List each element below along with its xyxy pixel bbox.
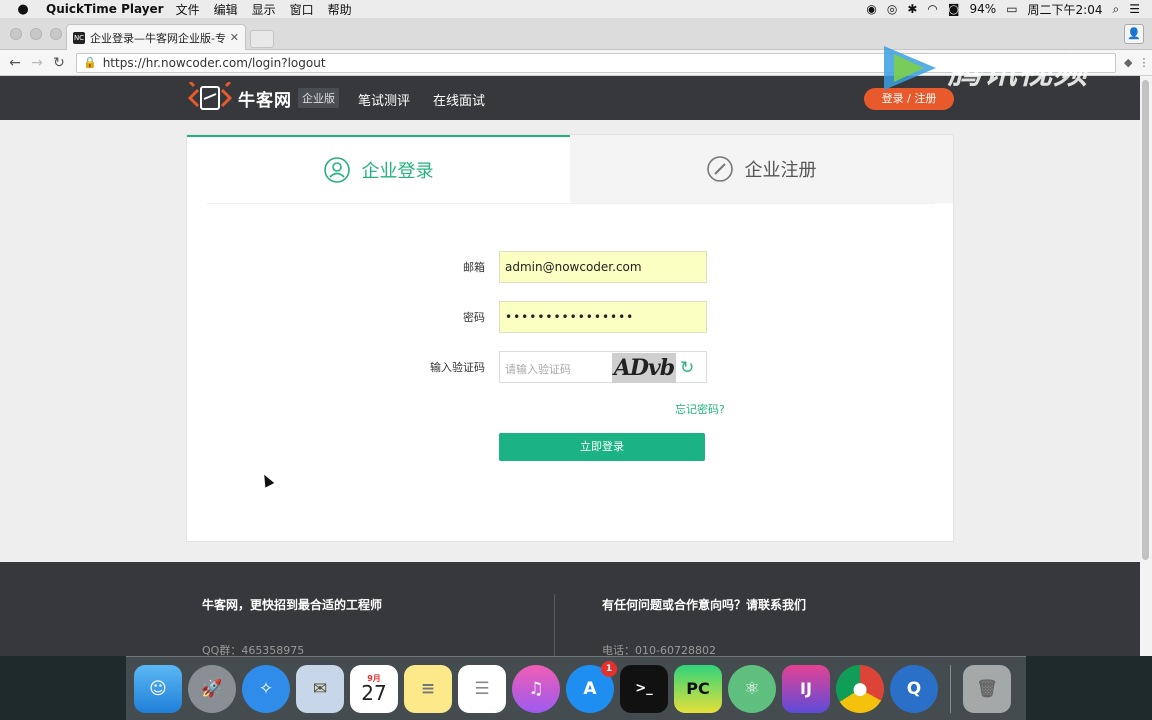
zoom-window-button[interactable]	[50, 28, 62, 40]
clock[interactable]: 周二下午2:04	[1028, 1, 1103, 18]
tab-login-label: 企业登录	[361, 161, 434, 182]
site-logo[interactable]: 牛客网 企业版	[188, 82, 339, 114]
logo-name: 牛客网	[238, 90, 292, 111]
email-row: 邮箱 admin@nowcoder.com	[187, 251, 955, 283]
tab-divider	[207, 203, 935, 204]
tab-title: 企业登录—牛客网企业版-专业IT	[90, 31, 226, 45]
password-label: 密码	[463, 311, 485, 324]
finder-icon[interactable]: ☺	[134, 664, 182, 713]
extensions: ◆ ⋮	[1124, 56, 1149, 69]
menu-view[interactable]: 显示	[252, 1, 276, 18]
footer-divider	[554, 594, 555, 656]
page-scrollbar-thumb[interactable]	[1142, 80, 1149, 560]
web-page: 牛客网 企业版 笔试测评 在线面试 登录 / 注册 企业登录 企业注册 邮箱 a…	[0, 76, 1140, 656]
nowcoder-logo-icon	[188, 82, 232, 110]
notification-center-icon[interactable]: ☰	[1129, 2, 1140, 16]
menu-window[interactable]: 窗口	[290, 1, 314, 18]
launchpad-icon[interactable]: 🚀	[188, 664, 236, 713]
enterprise-badge: 企业版	[298, 88, 339, 108]
chrome-icon[interactable]: ●	[836, 664, 884, 713]
login-card: 企业登录 企业注册 邮箱 admin@nowcoder.com 密码 •••••…	[186, 134, 954, 542]
nav-written-test[interactable]: 笔试测评	[358, 90, 410, 109]
menu-help[interactable]: 帮助	[328, 1, 352, 18]
email-field[interactable]: admin@nowcoder.com	[499, 251, 707, 283]
calendar-icon[interactable]: 9月 27	[350, 664, 398, 713]
footer-phone: 电话：010-60728802	[602, 644, 716, 656]
captcha-row: 输入验证码 请输入验证码 ADvb ↻	[187, 351, 955, 383]
captcha-placeholder: 请输入验证码	[505, 363, 571, 376]
close-window-button[interactable]	[10, 28, 22, 40]
spotlight-icon[interactable]: ⌕	[1113, 2, 1120, 17]
nowcoder-favicon-icon: NC	[73, 31, 85, 44]
user-icon	[323, 157, 350, 183]
captcha-label: 输入验证码	[430, 361, 485, 374]
battery-percent: 94%	[969, 2, 997, 16]
forgot-password-link[interactable]: 忘记密码?	[675, 401, 725, 417]
calendar-day: 27	[361, 680, 387, 705]
menu-edit[interactable]: 编辑	[214, 1, 238, 18]
sync-icon[interactable]: ◙	[948, 2, 960, 16]
reminders-icon[interactable]: ☰	[458, 664, 506, 713]
pycharm-icon[interactable]: PC	[674, 664, 722, 713]
intellij-icon[interactable]: IJ	[782, 664, 830, 713]
tab-enterprise-register[interactable]: 企业注册	[570, 135, 953, 203]
mail-icon[interactable]: ✉	[296, 664, 344, 713]
tab-register-label: 企业注册	[744, 160, 817, 181]
apple-menu-icon[interactable]: ●	[14, 2, 32, 17]
terminal-icon[interactable]: >_	[620, 664, 668, 713]
forward-icon[interactable]: →	[26, 55, 48, 71]
profile-icon[interactable]: 👤	[1124, 24, 1144, 44]
footer-left-title: 牛客网，更快招到最合适的工程师	[202, 598, 383, 612]
watermark-text: 腾讯视频	[948, 51, 1088, 92]
tencent-video-logo-icon	[884, 46, 936, 90]
wifi-icon[interactable]: ◠	[927, 2, 937, 16]
mac-dock: ☺ 🚀 ✧ ✉ 9月 27 ≡ ☰ ♫ A 1 >_ PC ⚛ IJ ● Q 🗑	[126, 656, 1026, 720]
pencil-icon	[706, 156, 733, 182]
itunes-icon[interactable]: ♫	[512, 664, 560, 713]
battery-icon[interactable]: ▭	[1006, 2, 1017, 16]
lock-icon: 🔒	[83, 56, 97, 69]
captcha-input[interactable]: 请输入验证码 ADvb ↻	[499, 351, 707, 383]
email-label: 邮箱	[463, 261, 485, 274]
tencent-video-watermark: 腾讯视频	[878, 40, 1088, 96]
menu-dots-icon[interactable]: ⋮	[1138, 56, 1149, 69]
quicktime-icon[interactable]: Q	[890, 664, 938, 713]
trash-icon[interactable]: 🗑	[963, 664, 1011, 713]
login-submit-button[interactable]: 立即登录	[499, 433, 705, 461]
app-store-badge: 1	[601, 660, 617, 677]
close-tab-icon[interactable]: ✕	[230, 31, 239, 44]
record-icon[interactable]: ◎	[887, 2, 897, 16]
window-controls	[10, 28, 62, 40]
bluetooth-icon[interactable]: ✱	[907, 2, 917, 16]
browser-tab[interactable]: NC 企业登录—牛客网企业版-专业IT ✕	[66, 24, 246, 50]
password-field[interactable]: ••••••••••••••••	[499, 301, 707, 333]
dock-separator	[950, 664, 951, 713]
extension-icon[interactable]: ◆	[1124, 56, 1132, 69]
login-tabs: 企业登录 企业注册	[187, 135, 953, 203]
minimize-window-button[interactable]	[30, 28, 42, 40]
footer-right-title: 有任何问题或合作意向吗？请联系我们	[602, 598, 807, 612]
back-icon[interactable]: ←	[4, 55, 26, 71]
app-menu[interactable]: QuickTime Player	[46, 2, 164, 16]
notes-icon[interactable]: ≡	[404, 664, 452, 713]
app-store-icon[interactable]: A 1	[566, 660, 617, 713]
footer-qq-group: QQ群：465358975	[202, 644, 305, 656]
reload-icon[interactable]: ↻	[48, 55, 70, 71]
password-row: 密码 ••••••••••••••••	[187, 301, 955, 333]
atom-icon[interactable]: ⚛	[728, 664, 776, 713]
mac-menu-bar: ● QuickTime Player 文件 编辑 显示 窗口 帮助 ◉ ◎ ✱ …	[0, 0, 1152, 18]
menu-bar-status: ◉ ◎ ✱ ◠ ◙ 94% ▭ 周二下午2:04 ⌕ ☰	[866, 1, 1152, 18]
new-tab-button[interactable]	[250, 30, 274, 48]
url-text: https://hr.nowcoder.com/login?logout	[102, 55, 326, 70]
nav-online-interview[interactable]: 在线面试	[433, 90, 485, 109]
site-footer: 牛客网，更快招到最合适的工程师 QQ群：465358975 有任何问题或合作意向…	[0, 562, 1140, 656]
captcha-image[interactable]: ADvb	[612, 353, 676, 383]
status-app-icon[interactable]: ◉	[866, 2, 876, 16]
safari-icon[interactable]: ✧	[242, 664, 290, 713]
menu-file[interactable]: 文件	[176, 1, 200, 18]
refresh-captcha-icon[interactable]: ↻	[680, 358, 694, 378]
tab-enterprise-login[interactable]: 企业登录	[187, 135, 570, 203]
